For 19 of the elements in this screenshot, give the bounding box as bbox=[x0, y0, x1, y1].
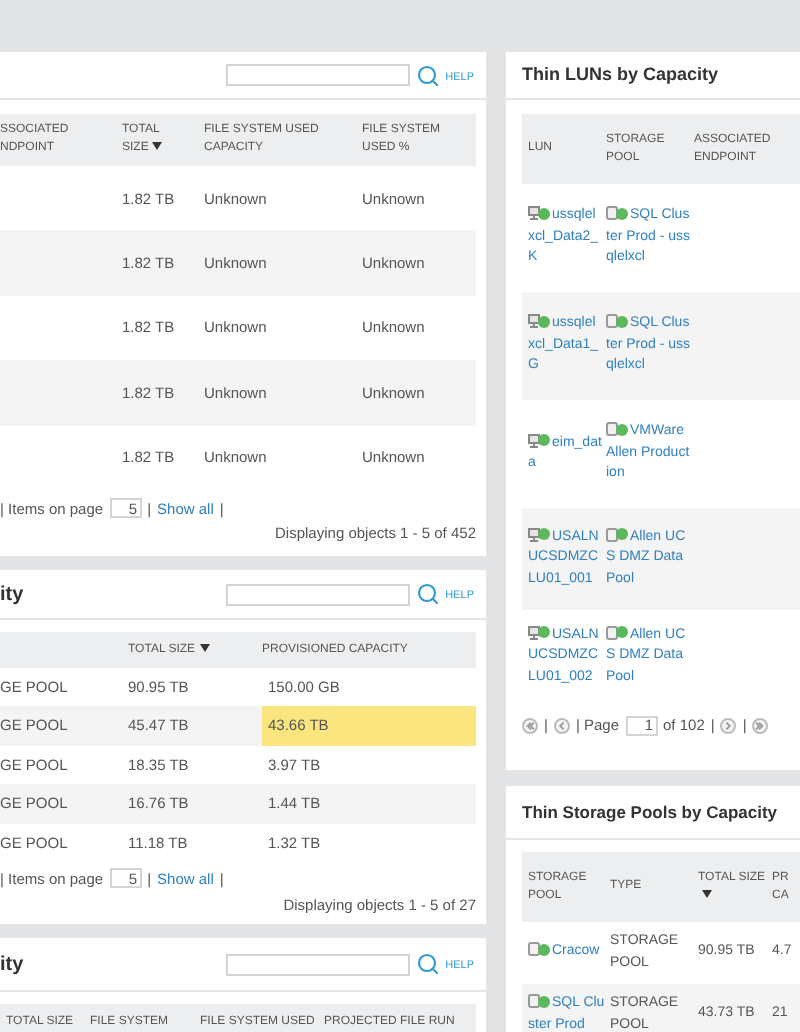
server-icon bbox=[528, 433, 540, 447]
search-field[interactable] bbox=[225, 64, 410, 86]
first-page-button[interactable] bbox=[522, 717, 538, 734]
server-icon bbox=[528, 206, 540, 221]
search-icon[interactable] bbox=[415, 63, 440, 87]
panel-title: Thin Storage Pools by Capacity bbox=[522, 799, 778, 825]
search-field[interactable] bbox=[225, 953, 410, 975]
search-icon[interactable] bbox=[415, 952, 440, 976]
last-page-button[interactable] bbox=[752, 717, 769, 734]
panel-title: Thin LUNs by Capacity bbox=[522, 61, 719, 88]
server-icon bbox=[528, 314, 540, 329]
search-icon[interactable] bbox=[415, 582, 440, 606]
panel-title: ity bbox=[0, 951, 24, 979]
previous-page-button[interactable] bbox=[553, 717, 570, 734]
search-field[interactable] bbox=[225, 583, 410, 605]
server-icon bbox=[528, 625, 540, 640]
next-page-button[interactable] bbox=[720, 717, 737, 734]
panel-title: ity bbox=[0, 581, 24, 609]
server-icon bbox=[528, 527, 540, 542]
